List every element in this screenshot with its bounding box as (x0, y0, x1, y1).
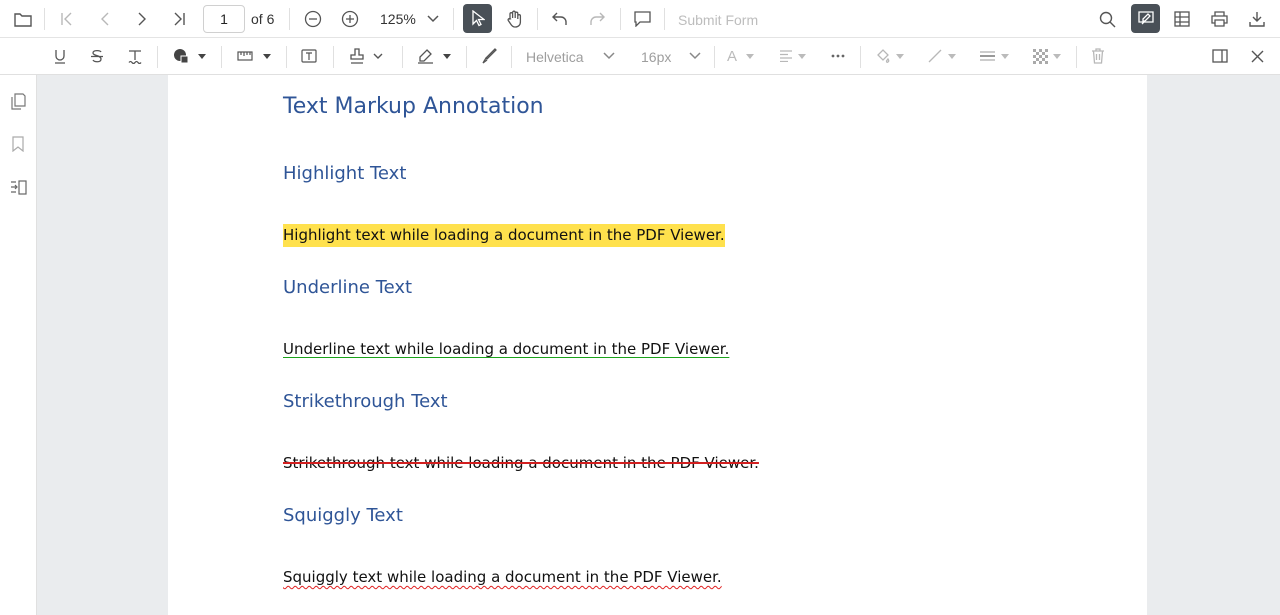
font-size-select[interactable]: 16px (641, 49, 671, 65)
main-toolbar: of 6 125% Submit Form (0, 0, 1280, 38)
font-color-dropdown-icon[interactable] (746, 54, 754, 59)
separator (1076, 46, 1077, 68)
section-heading-highlight: Highlight Text (283, 163, 407, 184)
separator (453, 8, 454, 30)
download-icon[interactable] (1246, 9, 1268, 29)
pan-tool-icon[interactable] (503, 9, 525, 29)
separator (402, 46, 403, 68)
redo-icon[interactable] (586, 9, 608, 29)
separator (286, 46, 287, 68)
section-heading-underline: Underline Text (283, 277, 413, 298)
next-page-icon[interactable] (131, 9, 153, 29)
print-icon[interactable] (1208, 9, 1230, 29)
document-title: Text Markup Annotation (283, 94, 544, 119)
close-icon[interactable] (1247, 46, 1267, 66)
section-heading-squiggly: Squiggly Text (283, 505, 403, 526)
selection-tool-icon[interactable] (463, 4, 492, 33)
strikethrough-annotation[interactable]: Strikethrough text while loading a docum… (283, 454, 759, 472)
separator (620, 8, 621, 30)
ink-pen-icon[interactable] (478, 46, 500, 66)
separator (221, 46, 222, 68)
free-text-icon[interactable] (298, 46, 320, 66)
line-thickness-dropdown-icon[interactable] (1001, 54, 1009, 59)
stroke-color-icon[interactable] (925, 46, 945, 66)
separator (664, 8, 665, 30)
font-family-dropdown-icon[interactable] (600, 47, 618, 65)
shape-tool-icon[interactable] (170, 46, 192, 66)
highlight-annotation[interactable]: Highlight text while loading a document … (283, 224, 725, 247)
separator (466, 46, 467, 68)
separator (511, 46, 512, 68)
organize-pages-icon[interactable] (7, 177, 29, 197)
opacity-icon[interactable] (1030, 46, 1050, 66)
submit-form-button[interactable]: Submit Form (678, 12, 758, 28)
text-align-icon[interactable] (777, 46, 795, 66)
separator (157, 46, 158, 68)
separator (44, 8, 45, 30)
strikethrough-icon[interactable] (86, 46, 108, 66)
open-file-icon[interactable] (12, 9, 34, 29)
opacity-dropdown-icon[interactable] (1053, 54, 1061, 59)
stroke-color-dropdown-icon[interactable] (948, 54, 956, 59)
signature-dropdown-icon[interactable] (443, 54, 451, 59)
zoom-level-value[interactable]: 125% (380, 11, 416, 27)
underline-annotation[interactable]: Underline text while loading a document … (283, 340, 729, 358)
page-count-label: of 6 (251, 11, 275, 27)
text-align-dropdown-icon[interactable] (798, 54, 806, 59)
font-size-dropdown-icon[interactable] (686, 47, 704, 65)
section-heading-strikethrough: Strikethrough Text (283, 391, 448, 412)
separator (860, 46, 861, 68)
font-family-select[interactable]: Helvetica (526, 49, 584, 65)
underline-icon[interactable] (49, 46, 71, 66)
shape-dropdown-icon[interactable] (198, 54, 206, 59)
separator (289, 8, 290, 30)
search-icon[interactable] (1096, 9, 1118, 29)
page-number-input[interactable] (203, 5, 245, 33)
previous-page-icon[interactable] (94, 9, 116, 29)
zoom-out-icon[interactable] (302, 9, 324, 29)
measure-dropdown-icon[interactable] (263, 54, 271, 59)
bookmark-icon[interactable] (7, 134, 29, 154)
squiggly-icon[interactable] (124, 46, 146, 66)
signature-icon[interactable] (414, 46, 436, 66)
separator (714, 46, 715, 68)
highlight-paragraph[interactable]: Highlight text while loading a document … (283, 224, 725, 247)
zoom-in-icon[interactable] (339, 9, 361, 29)
first-page-icon[interactable] (56, 9, 78, 29)
separator (537, 8, 538, 30)
separator (333, 46, 334, 68)
squiggly-annotation[interactable]: Squiggly text while loading a document i… (283, 568, 722, 586)
fill-color-dropdown-icon[interactable] (896, 54, 904, 59)
font-color-icon[interactable]: A (727, 48, 737, 65)
comment-panel-icon[interactable] (1209, 46, 1231, 66)
zoom-dropdown-icon[interactable] (424, 9, 442, 29)
add-comment-icon[interactable] (631, 9, 653, 29)
page-thumbnails-icon[interactable] (7, 91, 29, 111)
form-designer-icon[interactable] (1171, 9, 1193, 29)
navigation-sidebar (0, 75, 37, 615)
line-thickness-icon[interactable] (976, 46, 998, 66)
last-page-icon[interactable] (168, 9, 190, 29)
measure-tool-icon[interactable] (234, 46, 256, 66)
edit-annotation-icon[interactable] (1131, 4, 1160, 33)
stamp-dropdown-icon[interactable] (372, 48, 384, 64)
delete-icon[interactable] (1088, 46, 1108, 66)
more-options-icon[interactable] (828, 46, 848, 66)
undo-icon[interactable] (549, 9, 571, 29)
fill-color-icon[interactable] (873, 46, 893, 66)
stamp-icon[interactable] (346, 46, 368, 66)
